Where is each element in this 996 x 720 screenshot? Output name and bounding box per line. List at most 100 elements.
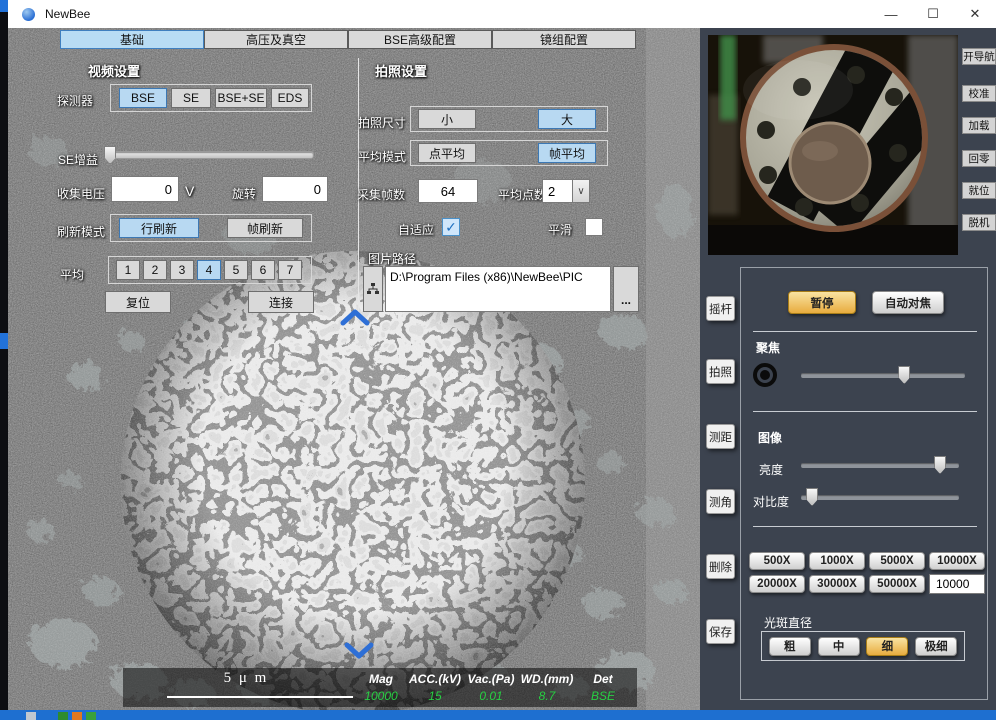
mag-1000x-button[interactable]: 1000X (809, 552, 865, 570)
taskbar-icon[interactable] (72, 712, 82, 720)
collapse-down-icon[interactable] (344, 642, 374, 659)
average-1-button[interactable]: 1 (116, 260, 140, 280)
point-average-button[interactable]: 点平均 (418, 143, 476, 163)
collapse-up-icon[interactable] (340, 309, 370, 326)
nav-open-navigation-button[interactable]: 开导航 (962, 48, 996, 65)
desktop-edge-strip (0, 0, 8, 720)
spot-fine-button[interactable]: 细 (866, 637, 908, 656)
average-4-button[interactable]: 4 (197, 260, 221, 280)
collect-voltage-label: 收集电压 (57, 185, 105, 202)
size-large-button[interactable]: 大 (538, 109, 596, 129)
taskbar-icon[interactable] (26, 712, 36, 720)
points-combo[interactable]: 2 ∨ (542, 179, 590, 203)
spot-diameter-group: 粗 中 细 极细 (761, 631, 965, 661)
mag-20000x-button[interactable]: 20000X (749, 575, 805, 593)
slider-track[interactable] (106, 151, 314, 159)
path-input[interactable]: D:\Program Files (x86)\NewBee\PIC (385, 266, 611, 312)
average-group: 1 2 3 4 5 6 7 (108, 256, 312, 284)
tool-measure-angle-button[interactable]: 测角 (706, 489, 735, 514)
tab-label: 高压及真空 (246, 31, 306, 48)
minimize-button[interactable]: — (870, 0, 912, 28)
detector-bse-se-button[interactable]: BSE+SE (215, 88, 267, 108)
contrast-slider[interactable] (801, 488, 959, 506)
detector-eds-button[interactable]: EDS (271, 88, 309, 108)
slider-thumb[interactable] (104, 146, 116, 164)
tool-measure-distance-button[interactable]: 测距 (706, 424, 735, 449)
close-button[interactable]: ✕ (954, 0, 996, 28)
rotation-label: 旋转 (232, 185, 256, 202)
slider-thumb[interactable] (806, 488, 818, 506)
slider-track[interactable] (801, 495, 959, 500)
average-3-button[interactable]: 3 (170, 260, 194, 280)
image-info-bar: 5 μ m Mag 10000 ACC.(kV) 15 Vac.(Pa) 0.0… (123, 668, 637, 707)
tool-delete-button[interactable]: 删除 (706, 554, 735, 579)
chamber-camera-image (708, 35, 958, 255)
avg-mode-label: 平均模式 (358, 148, 406, 165)
slider-thumb[interactable] (934, 456, 946, 474)
path-label: 图片路径 (368, 250, 416, 267)
nav-return-zero-button[interactable]: 回零 (962, 150, 996, 167)
detector-bse-button[interactable]: BSE (119, 88, 167, 108)
average-7-button[interactable]: 7 (278, 260, 302, 280)
taskbar-icon[interactable] (58, 712, 68, 720)
tool-save-button[interactable]: 保存 (706, 619, 735, 644)
tab-bse-advanced[interactable]: BSE高级配置 (348, 30, 492, 49)
nav-load-button[interactable]: 加载 (962, 117, 996, 134)
pause-button[interactable]: 暂停 (788, 291, 856, 314)
scale-bar-line (167, 696, 353, 698)
taskbar-icon[interactable] (86, 712, 96, 720)
tab-lens-config[interactable]: 镜组配置 (492, 30, 636, 49)
maximize-button[interactable]: ☐ (912, 0, 954, 28)
path-tree-icon[interactable] (363, 266, 383, 312)
mag-5000x-button[interactable]: 5000X (869, 552, 925, 570)
slider-thumb[interactable] (898, 366, 910, 384)
brightness-slider[interactable] (801, 456, 959, 474)
autofocus-button[interactable]: 自动对焦 (872, 291, 944, 314)
tool-joystick-button[interactable]: 摇杆 (706, 296, 735, 321)
mag-500x-button[interactable]: 500X (749, 552, 805, 570)
refresh-frame-button[interactable]: 帧刷新 (227, 218, 303, 238)
average-2-button[interactable]: 2 (143, 260, 167, 280)
se-gain-slider[interactable] (106, 146, 314, 164)
spot-coarse-button[interactable]: 粗 (769, 637, 811, 656)
collect-voltage-input[interactable]: 0 (111, 176, 179, 202)
focus-label: 聚焦 (756, 339, 780, 356)
nav-calibrate-button[interactable]: 校准 (962, 85, 996, 102)
titlebar: NewBee — ☐ ✕ (8, 0, 996, 28)
connect-button[interactable]: 连接 (248, 291, 314, 313)
reset-button[interactable]: 复位 (105, 291, 171, 313)
size-small-button[interactable]: 小 (418, 109, 476, 129)
info-value: BSE (567, 689, 639, 703)
frame-average-button[interactable]: 帧平均 (538, 143, 596, 163)
mag-10000x-button[interactable]: 10000X (929, 552, 985, 570)
nav-offline-button[interactable]: 脱机 (962, 214, 996, 231)
mag-50000x-button[interactable]: 50000X (869, 575, 925, 593)
frames-label: 采集帧数 (357, 186, 405, 203)
mag-input[interactable]: 10000 (929, 574, 985, 594)
frames-input[interactable]: 64 (418, 179, 478, 203)
average-5-button[interactable]: 5 (224, 260, 248, 280)
tab-basic[interactable]: 基础 (60, 30, 204, 49)
refresh-mode-group: 行刷新 帧刷新 (110, 214, 312, 242)
browse-button[interactable]: ... (613, 266, 639, 312)
spot-medium-button[interactable]: 中 (818, 637, 860, 656)
detector-se-button[interactable]: SE (171, 88, 211, 108)
rotation-input[interactable]: 0 (262, 176, 328, 202)
adaptive-checkbox[interactable]: ✓ (442, 218, 460, 236)
smooth-checkbox[interactable] (585, 218, 603, 236)
windows-taskbar[interactable] (0, 710, 996, 720)
tab-hv-vacuum[interactable]: 高压及真空 (204, 30, 348, 49)
focus-record-icon[interactable] (753, 363, 777, 387)
nav-in-position-button[interactable]: 就位 (962, 182, 996, 199)
app-icon (22, 8, 35, 21)
spot-extra-fine-button[interactable]: 极细 (915, 637, 957, 656)
average-6-button[interactable]: 6 (251, 260, 275, 280)
control-box: 暂停 自动对焦 聚焦 图像 亮度 对比度 500X 10 (740, 267, 988, 700)
focus-slider[interactable] (801, 366, 965, 384)
tool-photo-button[interactable]: 拍照 (706, 359, 735, 384)
slider-track[interactable] (801, 373, 965, 378)
mag-30000x-button[interactable]: 30000X (809, 575, 865, 593)
chevron-down-icon[interactable]: ∨ (572, 179, 590, 203)
refresh-line-button[interactable]: 行刷新 (119, 218, 199, 238)
average-label: 平均 (60, 266, 84, 283)
